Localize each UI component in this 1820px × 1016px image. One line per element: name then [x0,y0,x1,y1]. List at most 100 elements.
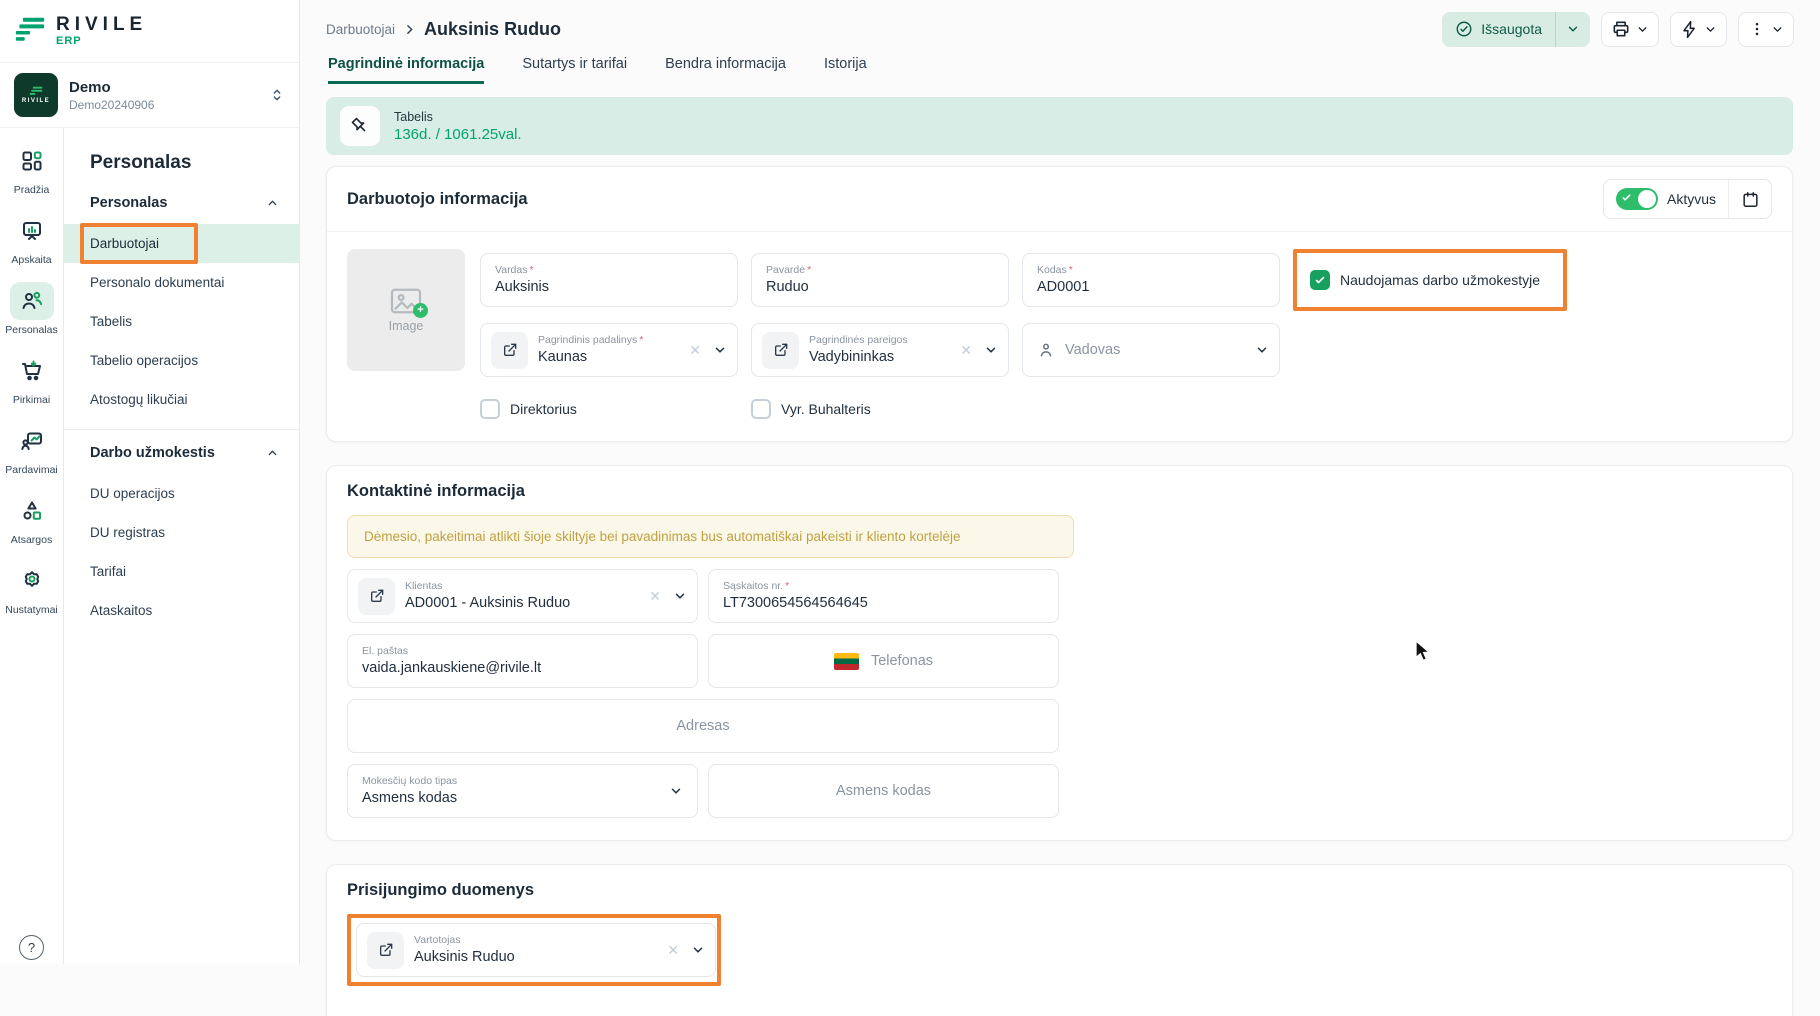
rivile-logo-icon [14,16,46,46]
vyr-buhalteris-checkbox[interactable]: Vyr. Buhalteris [751,399,871,419]
pareigos-field[interactable]: Pagrindinės pareigos Vadybininkas ✕ [751,323,1009,377]
rail-item-pirkimai[interactable]: Pirkimai [0,352,63,406]
chevron-down-icon[interactable] [984,343,998,357]
mokesciu-kodo-tipas-select[interactable]: Mokesčių kodo tipas Asmens kodas [347,764,698,818]
telefonas-field[interactable]: Telefonas [708,634,1059,688]
chevron-right-icon [403,23,416,36]
vartotojas-field[interactable]: Vartotojas Auksinis Ruduo ✕ [356,923,716,977]
chevron-up-icon [266,447,279,460]
sidebar-item-tabelio-operacijos[interactable]: Tabelio operacijos [64,341,299,380]
external-link-icon[interactable] [367,932,404,969]
banner-value[interactable]: 136d. / 1061.25val. [394,126,522,143]
help-button[interactable]: ? [19,935,44,960]
naudojamas-checkbox[interactable]: Naudojamas darbo užmokestyje [1310,270,1540,290]
employee-card-title: Darbuotojo informacija [347,190,528,209]
padalinys-field[interactable]: Pagrindinis padalinys* Kaunas ✕ [480,323,738,377]
adresas-field[interactable]: Adresas [347,699,1059,753]
check-icon [1621,192,1632,203]
quick-actions-button[interactable] [1670,12,1727,47]
menu-section-personalas[interactable]: Personalas [64,182,299,224]
saskaitos-nr-field[interactable]: Sąskaitos nr.* LT7300654564564645 [708,569,1059,623]
rail-item-nustatymai[interactable]: Nustatymai [0,562,63,616]
chevron-down-icon[interactable] [691,943,705,957]
main-area: Darbuotojai Auksinis Ruduo Išsaugota [301,0,1820,964]
tabelis-banner[interactable]: Tabelis 136d. / 1061.25val. [326,97,1793,155]
asmens-kodas-field[interactable]: Asmens kodas [708,764,1059,818]
contact-warning: Dėmesio, pakeitimai atlikti šioje skilty… [347,515,1074,558]
sidebar-item-du-operacijos[interactable]: DU operacijos [64,474,299,513]
tab-pagrindine-informacija[interactable]: Pagrindinė informacija [328,56,484,84]
page-title: Auksinis Ruduo [424,19,561,40]
checkbox-unchecked-icon[interactable] [751,399,771,419]
kodas-field[interactable]: Kodas* AD0001 [1022,253,1280,307]
save-button[interactable]: Išsaugota [1442,12,1590,47]
status-box: Aktyvus [1603,179,1772,219]
chevron-down-icon[interactable] [669,784,683,798]
workspace-switch-icon[interactable] [269,87,285,103]
checkbox-unchecked-icon[interactable] [480,399,500,419]
external-link-icon[interactable] [491,332,528,369]
printer-icon [1611,19,1631,39]
add-photo-badge-icon[interactable]: + [413,303,428,318]
el-pastas-field[interactable]: El. paštas vaida.jankauskiene@rivile.lt [347,634,698,688]
external-link-icon[interactable] [358,578,395,615]
clear-icon[interactable]: ✕ [647,588,663,605]
chevron-down-icon [1704,23,1717,36]
direktorius-checkbox[interactable]: Direktorius [480,399,577,419]
toolbar-actions: Išsaugota [1442,12,1794,47]
workspace-avatar: RIVILE [14,73,58,117]
vadovas-select[interactable]: Vadovas [1022,323,1280,377]
rail-item-apskaita[interactable]: Apskaita [0,212,63,266]
breadcrumb-parent[interactable]: Darbuotojai [326,22,395,37]
workspace-selector[interactable]: RIVILE Demo Demo20240906 [0,62,299,128]
sidebar-item-du-registras[interactable]: DU registras [64,513,299,552]
calendar-button[interactable] [1729,190,1771,209]
highlight-box-naudojamas: Naudojamas darbo užmokestyje [1293,249,1567,311]
sidebar-item-tabelis[interactable]: Tabelis [64,302,299,341]
brand-sub: ERP [56,35,147,47]
pushpin-icon [340,106,380,146]
active-toggle[interactable] [1616,188,1658,210]
tab-bendra-informacija[interactable]: Bendra informacija [665,56,786,84]
menu-section-darbo-uzmokestis[interactable]: Darbo užmokestis [64,432,299,474]
home-dashboard-icon [10,142,54,180]
workspace-code: Demo20240906 [69,98,154,112]
sidebar-item-personalo-dokumentai[interactable]: Personalo dokumentai [64,263,299,302]
tab-istorija[interactable]: Istorija [824,56,867,84]
lithuania-flag-icon[interactable] [834,653,859,670]
checkbox-checked-icon[interactable] [1310,270,1330,290]
contact-info-card: Kontaktinė informacija Dėmesio, pakeitim… [326,465,1793,841]
sidebar-item-tarifai[interactable]: Tarifai [64,552,299,591]
employee-photo-upload[interactable]: + Image [347,249,465,371]
gear-icon [10,562,54,600]
clear-icon[interactable]: ✕ [958,342,974,359]
save-dropdown-chevron-icon[interactable] [1556,22,1590,36]
login-card-title: Prisijungimo duomenys [347,881,1772,900]
clear-icon[interactable]: ✕ [687,342,703,359]
sidebar-item-darbuotojai[interactable]: Darbuotojai [64,224,299,263]
cart-icon [10,352,54,390]
employee-info-card: Darbuotojo informacija Aktyvus [326,166,1793,442]
print-button[interactable] [1601,12,1659,47]
image-label: Image [389,319,424,333]
left-panel: RIVILE ERP RIVILE Demo Demo20240906 [0,0,300,964]
chevron-down-icon[interactable] [1255,343,1269,357]
rail-item-atsargos[interactable]: Atsargos [0,492,63,546]
clear-icon[interactable]: ✕ [665,942,681,959]
module-menu: Personalas Personalas Darbuotojai Person… [64,128,299,964]
pavarde-field[interactable]: Pavardė* Ruduo [751,253,1009,307]
sidebar-item-ataskaitos[interactable]: Ataskaitos [64,591,299,630]
tab-bar: Pagrindinė informacija Sutartys ir tarif… [301,50,1820,84]
rail-item-personalas[interactable]: Personalas [0,282,63,336]
app-logo[interactable]: RIVILE ERP [0,0,299,62]
external-link-icon[interactable] [762,332,799,369]
tab-sutartys-ir-tarifai[interactable]: Sutartys ir tarifai [522,56,627,84]
klientas-field[interactable]: Klientas AD0001 - Auksinis Ruduo ✕ [347,569,698,623]
rail-item-pardavimai[interactable]: Pardavimai [0,422,63,476]
chevron-down-icon[interactable] [673,589,687,603]
rail-item-pradzia[interactable]: Pradžia [0,142,63,196]
chevron-down-icon[interactable] [713,343,727,357]
more-menu-button[interactable] [1738,12,1794,47]
vardas-field[interactable]: Vardas* Auksinis [480,253,738,307]
sidebar-item-atostogu-likuciai[interactable]: Atostogų likučiai [64,380,299,419]
